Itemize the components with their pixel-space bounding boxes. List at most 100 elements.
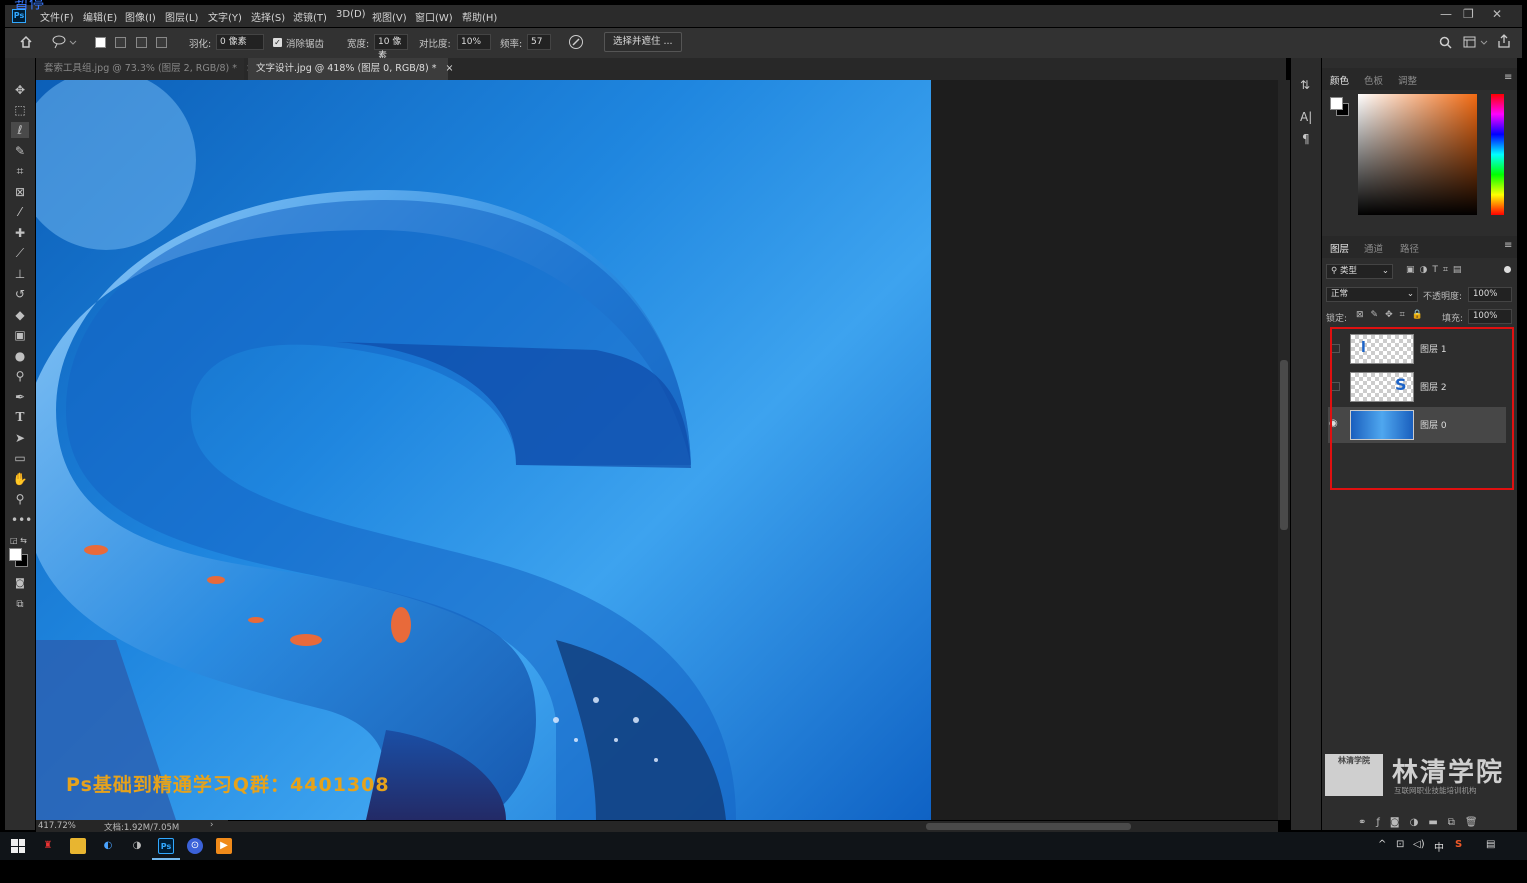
vertical-scrollbar[interactable]: [1278, 80, 1290, 820]
menu-filter[interactable]: 滤镜(T): [293, 9, 327, 24]
app-icon[interactable]: ⊙: [187, 838, 203, 854]
subtract-selection-icon[interactable]: [136, 37, 147, 48]
intersect-selection-icon[interactable]: [156, 37, 167, 48]
menu-edit[interactable]: 编辑(E): [83, 9, 117, 24]
player-icon[interactable]: ▶: [216, 838, 232, 854]
pressure-pen-icon[interactable]: [568, 34, 584, 50]
history-brush-icon[interactable]: ↺: [11, 286, 29, 302]
hue-slider[interactable]: [1491, 94, 1504, 215]
antialias-checkbox[interactable]: ✓: [273, 38, 282, 47]
foreground-color-swatch[interactable]: [9, 548, 22, 561]
history-panel-icon[interactable]: ⇅: [1300, 78, 1310, 92]
rectangle-icon[interactable]: ▭: [11, 450, 29, 466]
new-selection-icon[interactable]: [95, 37, 106, 48]
move-icon[interactable]: ✥: [11, 82, 29, 98]
tab-text-design-doc[interactable]: 文字设计.jpg @ 418% (图层 0, RGB/8) * ×: [248, 58, 453, 80]
tab-channels[interactable]: 通道: [1364, 241, 1383, 255]
minimize-button[interactable]: —: [1440, 7, 1452, 21]
browser2-icon[interactable]: ◑: [129, 838, 145, 854]
horizontal-scrollbar[interactable]: [228, 821, 1278, 832]
canvas-area[interactable]: Ps基础到精通学习Q群：4401308: [36, 80, 1278, 820]
tab-adjustments[interactable]: 调整: [1398, 73, 1417, 87]
lock-icons[interactable]: ⊠✎✥⌗🔒: [1356, 310, 1430, 320]
ime-indicator[interactable]: 中: [1434, 839, 1444, 854]
menu-select[interactable]: 选择(S): [251, 9, 285, 24]
path-select-icon[interactable]: ➤: [11, 430, 29, 446]
marquee-icon[interactable]: ⬚: [11, 102, 29, 118]
menu-view[interactable]: 视图(V): [372, 9, 407, 24]
lasso-preset-icon[interactable]: [51, 34, 77, 50]
workspace-icon[interactable]: [1463, 36, 1489, 49]
tab-swatches[interactable]: 色板: [1364, 73, 1383, 87]
swap-colors-icon[interactable]: ◲ ⇆: [10, 536, 27, 545]
search-icon[interactable]: [1439, 36, 1452, 49]
menu-file[interactable]: 文件(F): [40, 9, 74, 24]
healing-icon[interactable]: ✚: [11, 225, 29, 241]
menu-help[interactable]: 帮助(H): [462, 9, 497, 24]
quick-mask-icon[interactable]: ◙: [11, 576, 29, 592]
width-input[interactable]: 10 像素: [374, 34, 408, 61]
contrast-input[interactable]: 10%: [457, 34, 491, 50]
eraser-icon[interactable]: ◆: [11, 307, 29, 323]
photoshop-icon[interactable]: Ps: [158, 838, 174, 854]
start-icon[interactable]: [11, 839, 25, 853]
quick-select-icon[interactable]: ✎: [11, 143, 29, 159]
frame-icon[interactable]: ⊠: [11, 184, 29, 200]
document-image[interactable]: Ps基础到精通学习Q群：4401308: [36, 80, 931, 820]
foreground-color-chip[interactable]: [1330, 97, 1343, 110]
add-selection-icon[interactable]: [115, 37, 126, 48]
network-icon[interactable]: ⊡: [1396, 839, 1404, 850]
eyedropper-icon[interactable]: ⁄: [11, 204, 29, 220]
fill-input[interactable]: 100%: [1468, 309, 1512, 324]
pen-icon[interactable]: ✒: [11, 389, 29, 405]
more-icon[interactable]: •••: [11, 512, 32, 528]
character-panel-icon[interactable]: A|: [1300, 110, 1312, 124]
tray-chevron-icon[interactable]: ^: [1378, 839, 1386, 850]
sogou-icon[interactable]: S: [1455, 839, 1462, 850]
layers-footer-icons[interactable]: ⚭ƒ◙◑▬⧉🗑: [1358, 817, 1488, 828]
menu-type[interactable]: 文字(Y): [208, 9, 242, 24]
hand-icon[interactable]: ✋: [11, 471, 29, 487]
close-button[interactable]: ✕: [1492, 7, 1502, 21]
type-icon[interactable]: T: [11, 409, 29, 425]
brush-icon[interactable]: ⟋: [11, 245, 29, 261]
tab-paths[interactable]: 路径: [1400, 241, 1419, 255]
restore-button[interactable]: ❐: [1463, 7, 1474, 21]
folder-icon[interactable]: [70, 838, 86, 854]
filter-toggle-icon[interactable]: [1504, 266, 1511, 273]
gradient-icon[interactable]: ▣: [11, 327, 29, 343]
vertical-scroll-thumb[interactable]: [1280, 360, 1288, 530]
volume-icon[interactable]: ◁): [1413, 839, 1425, 850]
tab-layers[interactable]: 图层: [1330, 241, 1349, 255]
bookmark-icon[interactable]: ♜: [40, 838, 56, 854]
menu-window[interactable]: 窗口(W): [415, 9, 453, 24]
frequency-input[interactable]: 57: [527, 34, 551, 50]
browser-icon[interactable]: ◐: [100, 838, 116, 854]
crop-icon[interactable]: ⌗: [11, 163, 29, 179]
select-and-mask-button[interactable]: 选择并遮住 ...: [604, 32, 682, 52]
menu-layer[interactable]: 图层(L): [165, 9, 198, 24]
layer-filter-select[interactable]: ⚲ 类型 ⌄: [1326, 264, 1393, 279]
menu-image[interactable]: 图像(I): [125, 9, 156, 24]
zoom-level[interactable]: 417.72%: [38, 821, 76, 831]
dodge-icon[interactable]: ⚲: [11, 368, 29, 384]
notification-icon[interactable]: ▤: [1486, 839, 1495, 850]
tab-lasso-doc[interactable]: 套索工具组.jpg @ 73.3% (图层 2, RGB/8) * ×: [36, 58, 254, 80]
blend-mode-select[interactable]: 正常 ⌄: [1326, 287, 1418, 302]
paragraph-panel-icon[interactable]: ¶: [1302, 132, 1310, 146]
stamp-icon[interactable]: ⊥: [11, 266, 29, 282]
layer-filter-icons[interactable]: ▣◑T⌗▤: [1406, 265, 1466, 275]
horizontal-scroll-thumb[interactable]: [926, 823, 1131, 830]
tab-color[interactable]: 颜色: [1330, 73, 1349, 87]
tab-close-icon[interactable]: ×: [445, 63, 453, 74]
home-icon[interactable]: [19, 35, 33, 49]
panel-menu-icon[interactable]: ≡: [1504, 240, 1512, 251]
blur-icon[interactable]: ●: [11, 348, 29, 364]
share-icon[interactable]: [1497, 34, 1511, 49]
panel-menu-icon[interactable]: ≡: [1504, 72, 1512, 83]
menu-3d[interactable]: 3D(D): [336, 9, 366, 20]
screen-mode-icon[interactable]: ⧉: [11, 597, 29, 613]
feather-input[interactable]: 0 像素: [216, 34, 264, 50]
magnetic-lasso-icon[interactable]: ℓ: [11, 122, 29, 138]
status-menu-icon[interactable]: ›: [210, 820, 213, 830]
